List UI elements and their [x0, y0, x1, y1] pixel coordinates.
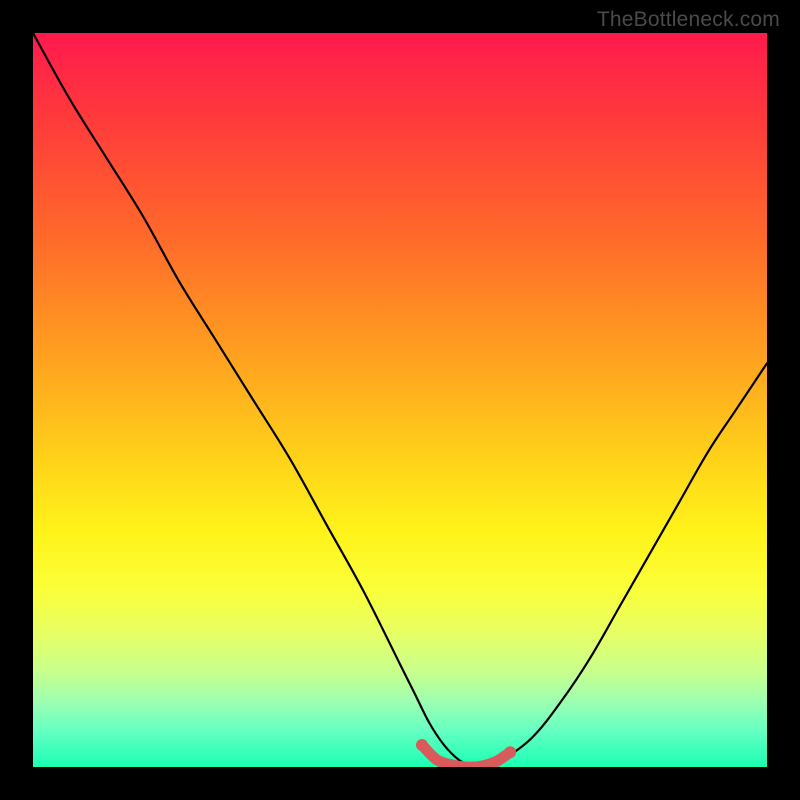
sweet-spot-dot-right [504, 746, 516, 758]
sweet-spot-highlight [422, 745, 510, 767]
chart-plot-area [33, 33, 767, 767]
chart-frame: TheBottleneck.com [0, 0, 800, 800]
bottleneck-curve [33, 33, 767, 767]
chart-svg [33, 33, 767, 767]
sweet-spot-dot-left [416, 739, 428, 751]
attribution-text: TheBottleneck.com [597, 8, 780, 32]
